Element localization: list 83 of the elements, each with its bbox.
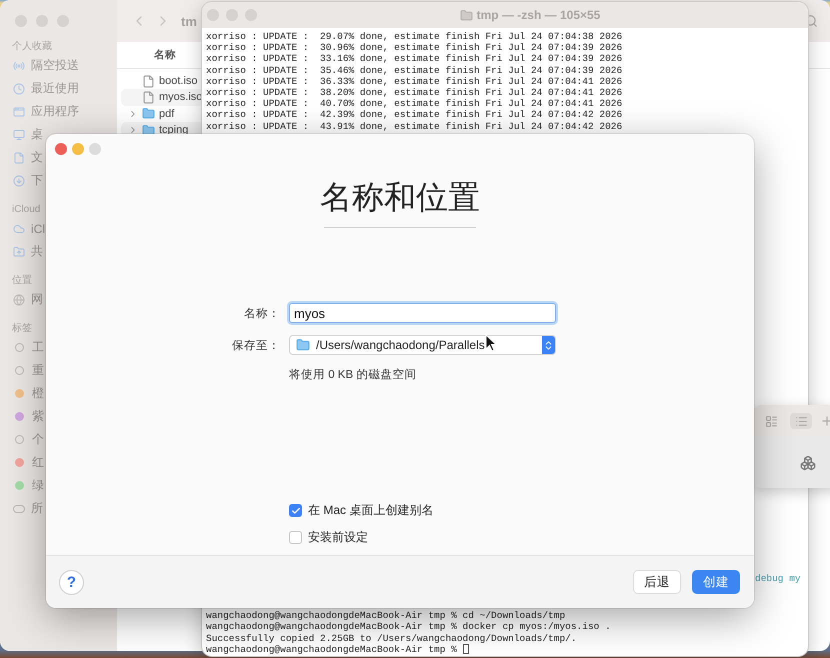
folder-icon xyxy=(142,107,155,120)
view-toggle[interactable] xyxy=(790,413,812,429)
airdrop-icon xyxy=(13,60,25,72)
close-button[interactable] xyxy=(55,143,67,155)
checkbox-label[interactable]: 在 Mac 桌面上创建别名 xyxy=(308,502,434,519)
window-title: tm xyxy=(181,14,197,28)
sidebar-heading: 位置 xyxy=(11,274,32,288)
cloud-icon xyxy=(13,222,25,234)
sidebar-item[interactable]: 文 xyxy=(31,149,43,166)
sidebar-item[interactable]: iCl xyxy=(31,222,45,236)
sidebar-item[interactable]: 隔空投送 xyxy=(31,57,79,74)
location-popup[interactable]: /Users/wangchaodong/Parallels xyxy=(289,335,556,355)
help-button[interactable]: ? xyxy=(59,570,84,594)
sidebar-item[interactable]: 紫 xyxy=(32,408,44,425)
apps-icon xyxy=(13,106,25,118)
terminal-line: xorriso : UPDATE : 42.39% done, estimate finish Fri Jul 24 07:04:42 2026 xyxy=(206,109,624,121)
terminal-line: xorriso : UPDATE : 30.96% done, estimate finish Fri Jul 24 07:04:39 2026 xyxy=(206,42,624,54)
create-button[interactable]: 创建 xyxy=(692,570,740,594)
checkbox-label[interactable]: 安装前设定 xyxy=(308,529,368,546)
globe-icon xyxy=(13,294,25,306)
pointer-icon xyxy=(485,334,497,352)
download-icon xyxy=(13,174,25,186)
sidebar-item[interactable]: 个 xyxy=(32,431,44,448)
terminal-line: Successfully copied 2.25GB to /Users/wangchaodong/Downloads/tmp/. xyxy=(206,632,578,644)
file-row[interactable]: myos.iso xyxy=(121,89,204,106)
document-icon xyxy=(13,152,25,164)
sidebar-item[interactable]: 应用程序 xyxy=(31,103,79,120)
terminal-line: xorriso : UPDATE : 40.70% done, estimate finish Fri Jul 24 07:04:41 2026 xyxy=(206,98,624,110)
terminal-line: xorriso : UPDATE : 33.16% done, estimate finish Fri Jul 24 07:04:39 2026 xyxy=(206,53,624,65)
tag-dot xyxy=(15,343,24,352)
tags-icon xyxy=(13,504,25,512)
monitor-icon xyxy=(13,128,25,140)
tag-dot xyxy=(15,366,24,375)
zoom-button[interactable] xyxy=(89,143,101,155)
sidebar-item[interactable]: 重 xyxy=(32,362,44,379)
checkbox[interactable] xyxy=(289,504,302,517)
file-row[interactable]: boot.iso xyxy=(121,73,204,90)
sidebar-heading: 个人收藏 xyxy=(11,40,52,54)
sidebar-item[interactable]: 绿 xyxy=(32,477,44,494)
sidebar-item[interactable]: 橙 xyxy=(32,385,44,402)
file-icon xyxy=(142,74,155,88)
shared-folder-icon xyxy=(13,246,25,258)
disk-note: 将使用 0 KB 的磁盘空间 xyxy=(289,367,418,382)
terminal-line: xorriso : UPDATE : 35.46% done, estimate finish Fri Jul 24 07:04:39 2026 xyxy=(206,64,624,76)
sidebar-item[interactable]: 工 xyxy=(32,339,44,356)
folder-icon xyxy=(296,338,310,352)
checkbox[interactable] xyxy=(289,531,302,544)
field-label: 保存至： xyxy=(232,338,280,352)
sidebar-item[interactable]: 共 xyxy=(31,243,43,260)
terminal-line: xorriso : UPDATE : 36.33% done, estimate finish Fri Jul 24 07:04:41 2026 xyxy=(206,76,624,88)
up-down-icon xyxy=(543,340,554,350)
sidebar-item[interactable]: 最近使用 xyxy=(31,80,79,97)
dialog-title: 名称和位置 xyxy=(320,178,480,217)
sidebar-item[interactable]: 下 xyxy=(31,172,43,189)
sidebar-item[interactable]: 红 xyxy=(32,454,44,471)
terminal-line: xorriso : UPDATE : 38.20% done, estimate finish Fri Jul 24 07:04:41 2026 xyxy=(206,87,624,98)
sidebar-item[interactable]: 所 xyxy=(31,500,43,517)
text-cursor xyxy=(462,644,469,654)
clock-icon xyxy=(13,82,25,94)
terminal-line: xorriso : UPDATE : 29.07% done, estimate finish Fri Jul 24 07:04:38 2026 xyxy=(206,31,624,42)
terminal-line: wangchaodong@wangchaodongdeMacBook-Air tmp % cd ~/Downloads/tmp xyxy=(206,610,566,622)
file-icon xyxy=(142,90,155,104)
boxes-icon xyxy=(800,454,816,470)
sidebar-heading: iCloud xyxy=(11,203,40,217)
folder-icon xyxy=(142,124,155,137)
file-row[interactable]: pdf xyxy=(121,106,204,122)
minimize-button[interactable] xyxy=(72,143,84,155)
terminal-line: debug my xyxy=(755,572,802,584)
folder-icon xyxy=(460,8,473,22)
back-button[interactable]: 后退 xyxy=(633,570,681,594)
add-icon[interactable] xyxy=(820,414,830,428)
sidebar-item[interactable]: 网 xyxy=(31,291,43,308)
field-label: 名称： xyxy=(244,306,280,320)
window-title: tmp — -zsh — 105×55 xyxy=(476,8,600,22)
terminal-line: xorriso : UPDATE : 43.91% done, estimate finish Fri Jul 24 07:04:42 2026 xyxy=(206,120,624,132)
terminal-line: wangchaodong@wangchaodongdeMacBook-Air tmp % docker cp myos:/myos.iso . xyxy=(206,621,612,633)
name-field[interactable]: myos xyxy=(289,303,556,323)
tag-dot xyxy=(15,435,24,444)
terminal-line: wangchaodong@wangchaodongdeMacBook-Air tmp % xyxy=(206,644,804,655)
column-header[interactable]: 名称 xyxy=(154,48,176,62)
list-icon xyxy=(764,414,778,428)
sidebar-heading: 标签 xyxy=(11,322,32,336)
sidebar-item[interactable]: 桌 xyxy=(31,126,43,143)
